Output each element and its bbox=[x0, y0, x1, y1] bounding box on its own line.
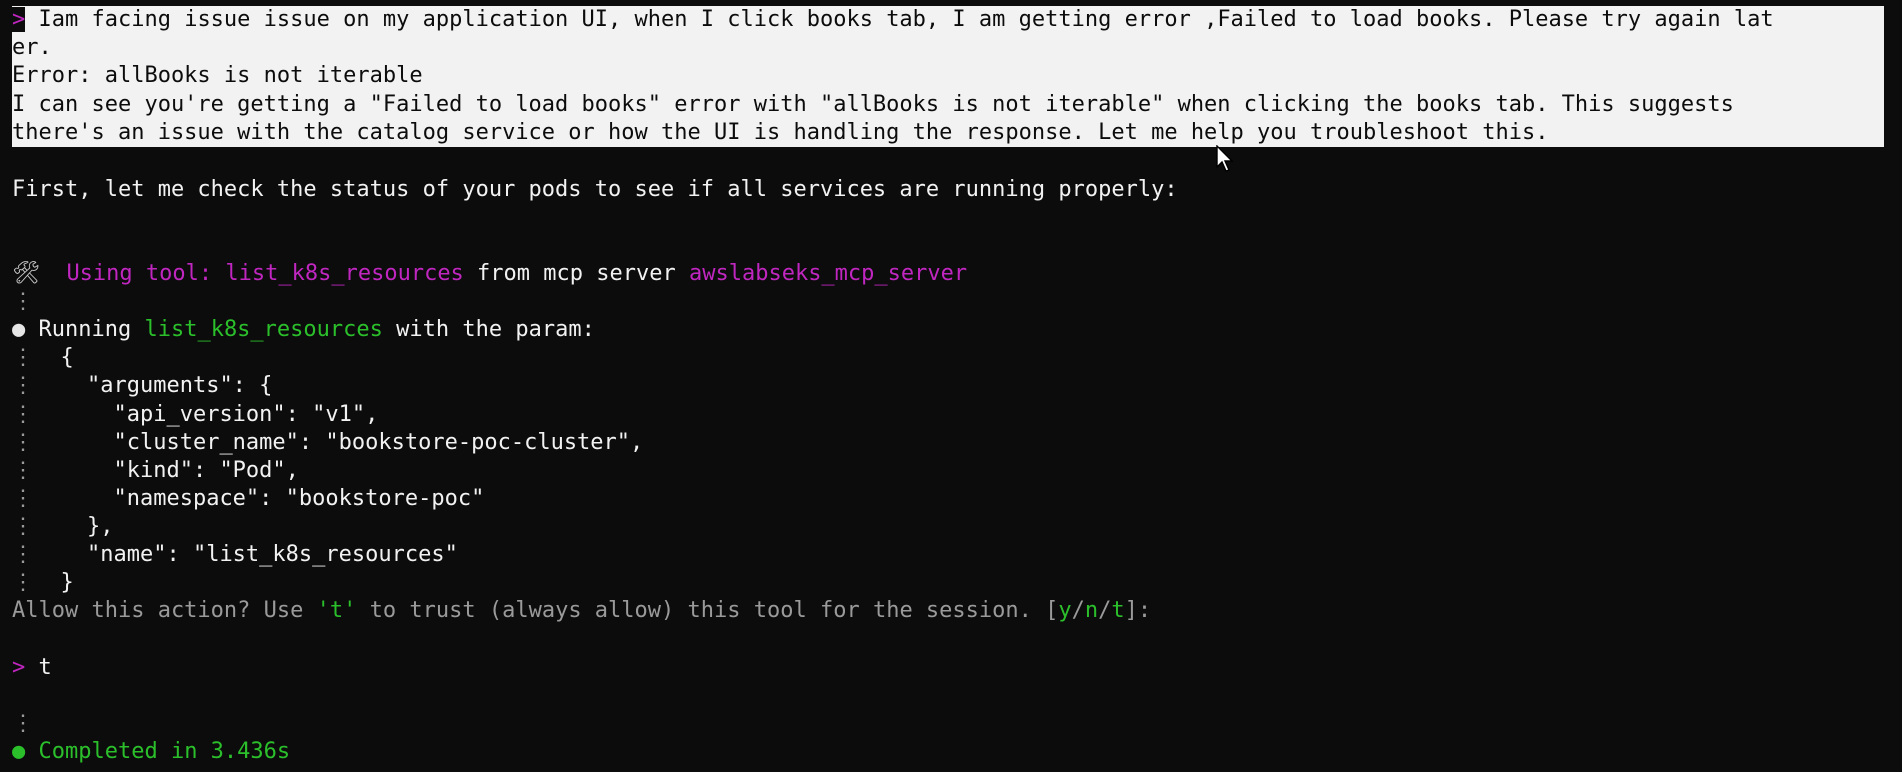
server-name: awslabseks_mcp_server bbox=[688, 261, 968, 286]
user-message-line-1: > Iam facing issue issue on my applicati… bbox=[12, 6, 1774, 34]
allow-action-prompt: Allow this action? Use 't' to trust (alw… bbox=[12, 598, 1152, 623]
vertical-dots-icon: ⋮ bbox=[12, 373, 34, 398]
vertical-dots-icon: ⋮ bbox=[12, 514, 34, 539]
terminal-window[interactable]: > Iam facing issue issue on my applicati… bbox=[0, 0, 1902, 772]
vertical-dots-icon: ⋮ bbox=[12, 458, 34, 483]
prompt-symbol: > bbox=[12, 7, 26, 32]
option-no: n bbox=[1084, 598, 1099, 623]
option-trust: t bbox=[1111, 598, 1125, 623]
vertical-dots-icon: ⋮ bbox=[12, 570, 34, 595]
param-line: ⋮ "cluster_name": "bookstore-poc-cluster… bbox=[12, 430, 644, 455]
running-tool-name: list_k8s_resources bbox=[144, 317, 383, 342]
hammer-wrench-icon: 🛠 bbox=[12, 261, 40, 286]
param-line: ⋮ "kind": "Pod", bbox=[12, 458, 299, 483]
completed-text: Completed in 3.436s bbox=[38, 739, 291, 764]
running-line: ● Running list_k8s_resources with the pa… bbox=[12, 317, 595, 342]
user-message-error-line: Error: allBooks is not iterable bbox=[12, 62, 423, 90]
vertical-dots-icon: ⋮ bbox=[12, 345, 34, 370]
user-reply: t bbox=[38, 655, 52, 680]
option-yes: y bbox=[1058, 598, 1072, 623]
param-line: ⋮ "arguments": { bbox=[12, 373, 273, 398]
param-line: ⋮ "name": "list_k8s_resources" bbox=[12, 542, 458, 567]
param-line: ⋮ }, bbox=[12, 514, 114, 539]
bullet-icon: ● bbox=[12, 317, 26, 342]
status-check-line: First, let me check the status of your p… bbox=[12, 177, 1178, 202]
param-line: ⋮ "namespace": "bookstore-poc" bbox=[12, 486, 485, 511]
tool-use-line: 🛠 Using tool: list_k8s_resources from mc… bbox=[12, 261, 968, 286]
tool-name: list_k8s_resources bbox=[225, 261, 464, 286]
user-message-line-2: er. bbox=[12, 34, 52, 62]
prompt-symbol: > bbox=[12, 655, 26, 680]
vertical-dots-icon: ⋮ bbox=[12, 430, 34, 455]
status-bullet-icon: ● bbox=[12, 739, 26, 764]
param-line: ⋮ { bbox=[12, 345, 74, 370]
assistant-reply-line-2: there's an issue with the catalog servic… bbox=[12, 119, 1549, 147]
vertical-dots-icon: ⋮ bbox=[12, 402, 34, 427]
user-reply-line[interactable]: > t bbox=[12, 654, 52, 682]
vertical-dots-icon: ⋮ bbox=[12, 711, 34, 736]
completed-line: ● Completed in 3.436s bbox=[12, 738, 290, 766]
vertical-dots-icon: ⋮ bbox=[12, 289, 34, 314]
vertical-dots-icon: ⋮ bbox=[12, 542, 34, 567]
assistant-reply-line-1: I can see you're getting a "Failed to lo… bbox=[12, 91, 1734, 119]
mouse-cursor-icon bbox=[1216, 145, 1234, 172]
vertical-dots-icon: ⋮ bbox=[12, 486, 34, 511]
param-line: ⋮ } bbox=[12, 570, 74, 595]
param-line: ⋮ "api_version": "v1", bbox=[12, 402, 379, 427]
